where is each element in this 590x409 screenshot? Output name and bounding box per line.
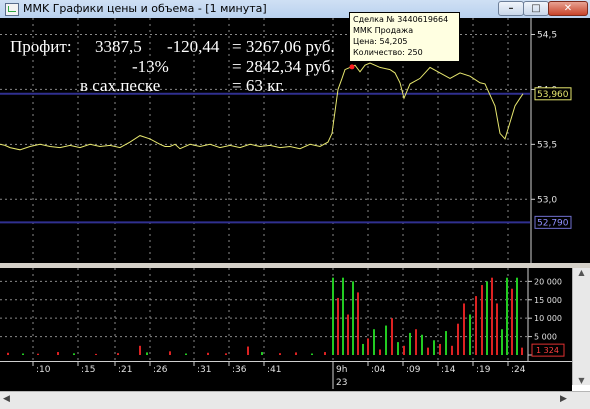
marker-price-label: 52,790 [537, 218, 569, 228]
window-title: MMK Графики цены и объема - [1 минута] [23, 2, 267, 15]
time-tick-label: :14 [441, 365, 456, 375]
scroll-up-icon[interactable]: ▲ [573, 268, 590, 277]
minimize-button[interactable]: – [498, 1, 524, 16]
volume-chart: 20 000 15 000 10 000 5 000 1 324 [0, 268, 572, 361]
tooltip-quantity: Количество: 250 [353, 48, 423, 57]
time-tick-label: :24 [511, 365, 526, 375]
profit-result: = 3267,06 руб. [232, 37, 335, 56]
trade-marker [349, 64, 355, 70]
vertical-scrollbar[interactable]: ▲ ▼ [572, 268, 590, 385]
tooltip-trade-number: Сделка № 3440619664 [353, 15, 449, 24]
sugar-label: в сах.песке [80, 76, 161, 95]
profit-amount: 3387,5 [95, 37, 142, 56]
time-axis: :10 :15 :21 :26 :31 :36 :41 9h :04 :09 :14 :19 :24 23 [0, 361, 572, 391]
chart-app-icon [5, 3, 19, 16]
scroll-right-icon[interactable]: ▶ [560, 394, 567, 404]
maximize-icon: □ [531, 3, 541, 14]
maximize-button[interactable]: □ [523, 1, 549, 16]
time-tick-label: :09 [406, 365, 421, 375]
volume-tick-label: 10 000 [534, 314, 562, 323]
current-price-label: 53,960 [537, 90, 569, 100]
time-tick-label: :19 [476, 365, 491, 375]
close-button[interactable]: ✕ [548, 1, 588, 16]
volume-chart-pane[interactable]: 20 000 15 000 10 000 5 000 1 324 [0, 268, 572, 361]
time-tick-label: :15 [81, 365, 95, 375]
percent-change: -13% [132, 57, 169, 76]
volume-tick-label: 20 000 [534, 277, 562, 286]
price-tick-label: 53,5 [537, 140, 557, 150]
scroll-down-icon[interactable]: ▼ [573, 376, 590, 385]
time-tick-label: :36 [232, 365, 247, 375]
close-icon: ✕ [563, 3, 573, 14]
tooltip-side: MMK Продажа [353, 26, 414, 35]
percent-result: = 2842,34 руб. [232, 57, 335, 76]
date-label: 23 [336, 378, 347, 388]
profit-commission: -120,44 [167, 37, 220, 56]
minimize-icon: – [508, 3, 514, 14]
volume-tick-label: 15 000 [534, 296, 562, 305]
price-tick-label: 53,0 [537, 195, 557, 205]
sugar-result: = 63 кг. [232, 76, 285, 95]
profit-label: Профит: [10, 37, 72, 56]
title-bar[interactable]: MMK Графики цены и объема - [1 минута] –… [0, 0, 590, 19]
time-tick-label: :21 [118, 365, 132, 375]
horizontal-scrollbar[interactable]: ◀ ▶ [0, 391, 590, 409]
time-axis-svg: :10 :15 :21 :26 :31 :36 :41 9h :04 :09 :14 :19 :24 23 [0, 361, 572, 389]
price-tick-label: 54,5 [537, 30, 557, 40]
time-tick-label: 9h [336, 365, 347, 375]
time-tick-label: :26 [153, 365, 168, 375]
last-volume-label: 1 324 [536, 346, 559, 355]
trade-tooltip: Сделка № 3440619664 MMK Продажа Цена: 54… [349, 12, 460, 62]
time-tick-label: :31 [197, 365, 211, 375]
time-tick-label: :41 [267, 365, 281, 375]
time-tick-label: :04 [371, 365, 386, 375]
volume-tick-label: 5 000 [534, 333, 557, 342]
tooltip-price: Цена: 54,205 [353, 37, 408, 46]
time-tick-label: :10 [36, 365, 51, 375]
scroll-left-icon[interactable]: ◀ [3, 394, 10, 404]
